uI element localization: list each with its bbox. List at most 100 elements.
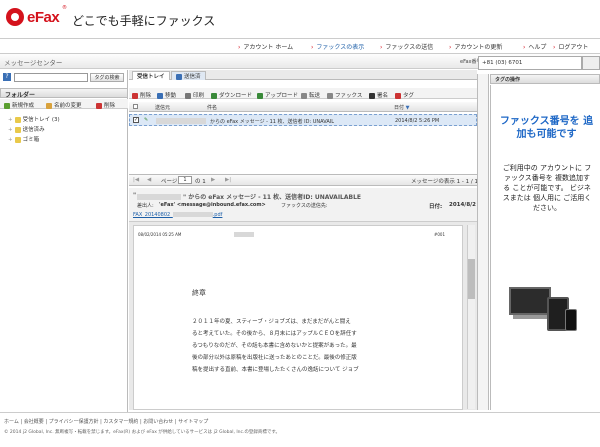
row-date: 2014/8/2 5:26 PM [395, 118, 440, 124]
nav-update-account[interactable]: › アカウントの更新 [449, 42, 502, 51]
footer-link-contact[interactable]: お問い合わせ [143, 419, 173, 425]
splitter[interactable] [477, 74, 489, 410]
fax-body: ２０１１年の夏、スティーブ・ジョブズは、まだまだがんと闘え ると考えていた。その… [192, 316, 460, 376]
page-label: ページ [161, 179, 178, 185]
sign-button[interactable]: 署名 [369, 91, 388, 99]
pager-summary: メッセージの表示 1 - 1 / 1 [411, 179, 478, 185]
footer-link-terms[interactable]: カスタマー規約 [103, 419, 138, 425]
last-page-icon[interactable]: ▶| [225, 177, 231, 183]
list-header: 送信元 件名 日付 ▼ [129, 102, 477, 112]
move-button[interactable]: 移動 [157, 91, 176, 99]
page-title: メッセージセンター [4, 59, 63, 67]
tagline: どこでも手軽にファックス [72, 14, 216, 28]
col-date[interactable]: 日付 ▼ [394, 104, 409, 111]
fax-scrollbar[interactable] [467, 225, 475, 409]
upload-button[interactable]: アップロード [257, 91, 298, 99]
fax-line: ２０１１年の夏、スティーブ・ジョブズは、まだまだがんと闘え [192, 319, 351, 325]
new-folder-button[interactable]: 新規作成 [4, 101, 34, 109]
ad-panel: ファックス番号を 追加も可能です ご利用中の アカウントに ファックス番号を 複… [490, 85, 600, 410]
arrow-icon: › [449, 44, 452, 51]
tag-button[interactable]: タグ [395, 91, 414, 99]
delete-icon [96, 102, 102, 109]
nav-view-fax[interactable]: › ファックスの表示 [311, 42, 364, 51]
col-title[interactable]: 件名 [207, 104, 217, 111]
message-row[interactable]: ✓ ✎ からの eFax メッセージ - 11 枚、送信者 ID: UNAVAI… [129, 114, 477, 126]
detail-recipient-label: ファックスの送信先: [281, 203, 328, 209]
page-input[interactable]: 1 [178, 176, 192, 184]
efax-number-dropdown-icon[interactable] [582, 56, 600, 70]
add-icon [4, 102, 10, 109]
detail-sender: 'eFax' <message@inbound.efax.com> [159, 202, 266, 208]
delete-icon [132, 92, 138, 99]
detail-date-label: 日付: [429, 204, 443, 210]
arrow-icon: › [238, 44, 241, 51]
arrow-icon: › [380, 44, 383, 51]
devices-illustration-icon [509, 285, 579, 337]
nav-help[interactable]: › ヘルプ [523, 42, 546, 51]
detail-subject-lead: " [133, 192, 137, 199]
fax-scroll-thumb[interactable] [468, 259, 475, 299]
print-icon [185, 92, 191, 99]
select-all-checkbox[interactable] [133, 104, 138, 109]
tab-sent[interactable]: 送信済 [171, 71, 206, 80]
fax-button[interactable]: ファックス [327, 91, 362, 99]
tag-icon [395, 92, 401, 99]
footer: ホーム | 会社概要 | プライバシー保護方針 | カスタマー規約 | お問い合… [0, 412, 600, 447]
header: eFax ® どこでも手軽にファックス [0, 0, 600, 36]
efax-logo-icon [6, 8, 24, 26]
copyright: © 2014 j2 Global, Inc. 無断複写・転載を禁じます。eFax… [4, 430, 280, 435]
tag-search-button[interactable]: タグの検索 [90, 73, 124, 82]
folder-icon [14, 136, 21, 143]
redacted-fax-header [234, 232, 254, 237]
print-button[interactable]: 印刷 [185, 91, 204, 99]
prev-page-icon[interactable]: ◀ [147, 177, 151, 183]
nav-logout[interactable]: › ログアウト [553, 42, 588, 51]
fax-title: 終章 [192, 289, 206, 297]
nav-account-home[interactable]: › アカウント ホーム [238, 42, 293, 51]
sent-icon [176, 73, 182, 80]
rename-folder-button[interactable]: 名前の変更 [46, 101, 82, 109]
detail-sender-label: 差出人: [137, 203, 154, 209]
logo[interactable]: eFax [27, 9, 60, 26]
col-from[interactable]: 送信元 [155, 104, 170, 111]
pager: |◀ ◀ ページ 1 の 1 ▶ ▶| メッセージの表示 1 - 1 / 1 [129, 174, 478, 186]
footer-link-about[interactable]: 会社概要 [24, 419, 44, 425]
folder-inbox[interactable]: + 受信トレイ (3) [8, 115, 60, 123]
folder-icon [14, 116, 21, 123]
nav-send-fax[interactable]: › ファックスの送信 [380, 42, 433, 51]
forward-button[interactable]: 転送 [301, 91, 320, 99]
help-icon[interactable]: ? [3, 73, 11, 81]
fax-header-page: #001 [434, 232, 445, 237]
pen-icon: ✎ [144, 117, 149, 123]
fax-line: るつもりなのだが、その話も本書に含めないかと提案があった。最 [192, 343, 357, 349]
page-of-label: の 1 [195, 179, 206, 185]
footer-link-home[interactable]: ホーム [4, 419, 19, 425]
folder-icon [14, 126, 21, 133]
tab-bar: 受信トレイ 送信済 [129, 70, 477, 80]
tab-inbox[interactable]: 受信トレイ [132, 71, 170, 80]
folder-trash[interactable]: + ゴミ箱 [8, 135, 39, 143]
tag-search-input[interactable] [14, 73, 88, 82]
row-checkbox[interactable]: ✓ [133, 117, 139, 123]
next-page-icon[interactable]: ▶ [211, 177, 215, 183]
download-button[interactable]: ダウンロード [211, 91, 252, 99]
message-detail-header: " " からの eFax メッセージ - 11 枚、送信者ID: UNAVAIL… [129, 188, 477, 222]
top-nav: › アカウント ホーム › ファックスの表示 › ファックスの送信 › アカウントの更新… [0, 38, 600, 52]
fax-line: 後の部分以外は原稿を出版社に送ったあとのことだ。最後の修正版 [192, 355, 357, 361]
footer-link-privacy[interactable]: プライバシー保護方針 [49, 419, 99, 425]
move-icon [157, 92, 163, 99]
folder-sent[interactable]: + 送信済み [8, 125, 45, 133]
footer-link-sitemap[interactable]: サイトマップ [178, 419, 208, 425]
attachment-link[interactable]: FAX_20140802_ .pdf [133, 212, 222, 218]
logo-registered-mark: ® [62, 5, 67, 11]
efax-number-field[interactable]: +81 (03) 6701 [478, 56, 582, 70]
delete-button[interactable]: 削除 [132, 91, 151, 99]
arrow-icon: › [553, 44, 556, 51]
fax-page: 08/02/2014 05:25 AM #001 終章 ２０１１年の夏、スティー… [133, 225, 463, 410]
row-subject: からの eFax メッセージ - 11 枚、送信者 ID: UNAVAIL [210, 119, 335, 125]
upload-icon [257, 92, 263, 99]
redacted-subject [137, 194, 181, 200]
delete-folder-button[interactable]: 削除 [96, 101, 115, 109]
ad-title[interactable]: ファックス番号を 追加も可能です [499, 115, 594, 141]
first-page-icon[interactable]: |◀ [133, 177, 139, 183]
